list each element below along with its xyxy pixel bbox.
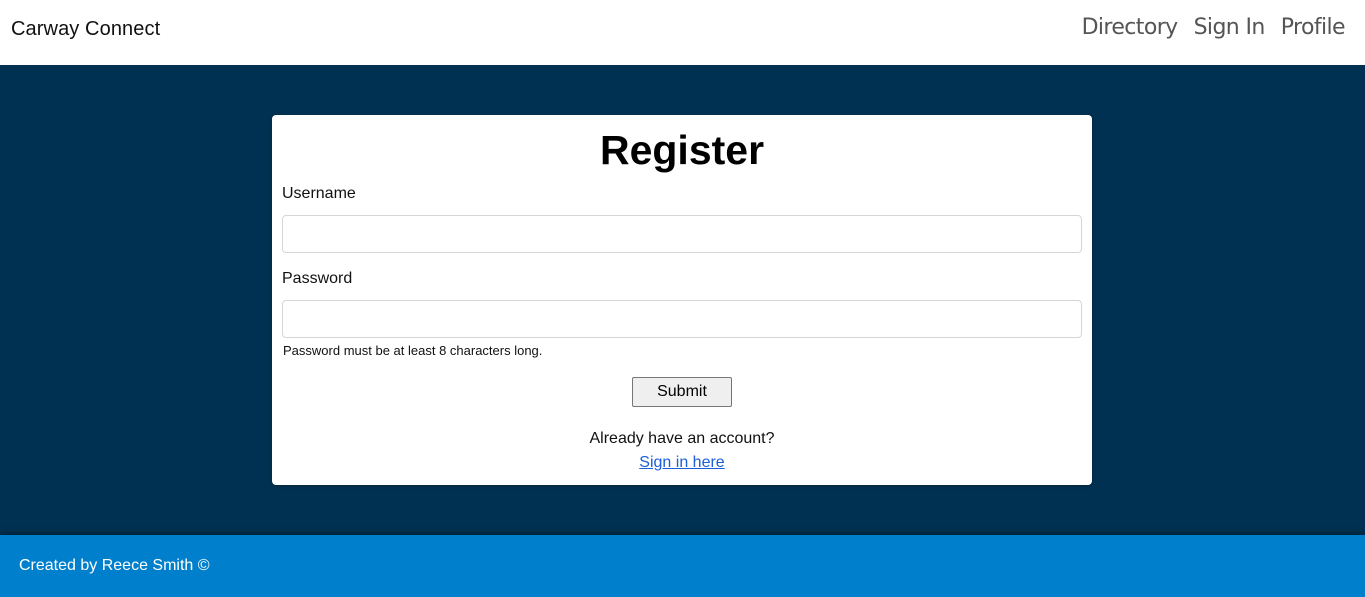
nav-link-profile[interactable]: Profile: [1281, 15, 1346, 40]
register-heading: Register: [599, 127, 765, 173]
main-nav: Directory Sign In Profile: [1082, 15, 1346, 40]
nav-link-directory[interactable]: Directory: [1082, 15, 1179, 40]
username-label: Username: [282, 185, 356, 202]
signin-link-container: Sign in here: [272, 454, 1092, 472]
submit-button[interactable]: Submit: [632, 377, 732, 407]
footer-credit: Created by Reece Smith ©: [19, 557, 210, 574]
username-input[interactable]: [282, 215, 1082, 253]
footer: Created by Reece Smith ©: [0, 535, 1365, 597]
brand-title[interactable]: Carway Connect: [11, 18, 160, 41]
password-hint: Password must be at least 8 characters l…: [283, 343, 543, 358]
password-input[interactable]: [282, 300, 1082, 338]
register-card: Register Username Password Password must…: [272, 115, 1092, 485]
top-navbar: Carway Connect Directory Sign In Profile: [0, 0, 1365, 65]
main-content: Register Username Password Password must…: [0, 65, 1365, 535]
already-account-text: Already have an account?: [589, 430, 775, 447]
nav-link-sign-in[interactable]: Sign In: [1194, 15, 1266, 40]
sign-in-here-link[interactable]: Sign in here: [639, 454, 724, 471]
password-label: Password: [282, 270, 353, 287]
